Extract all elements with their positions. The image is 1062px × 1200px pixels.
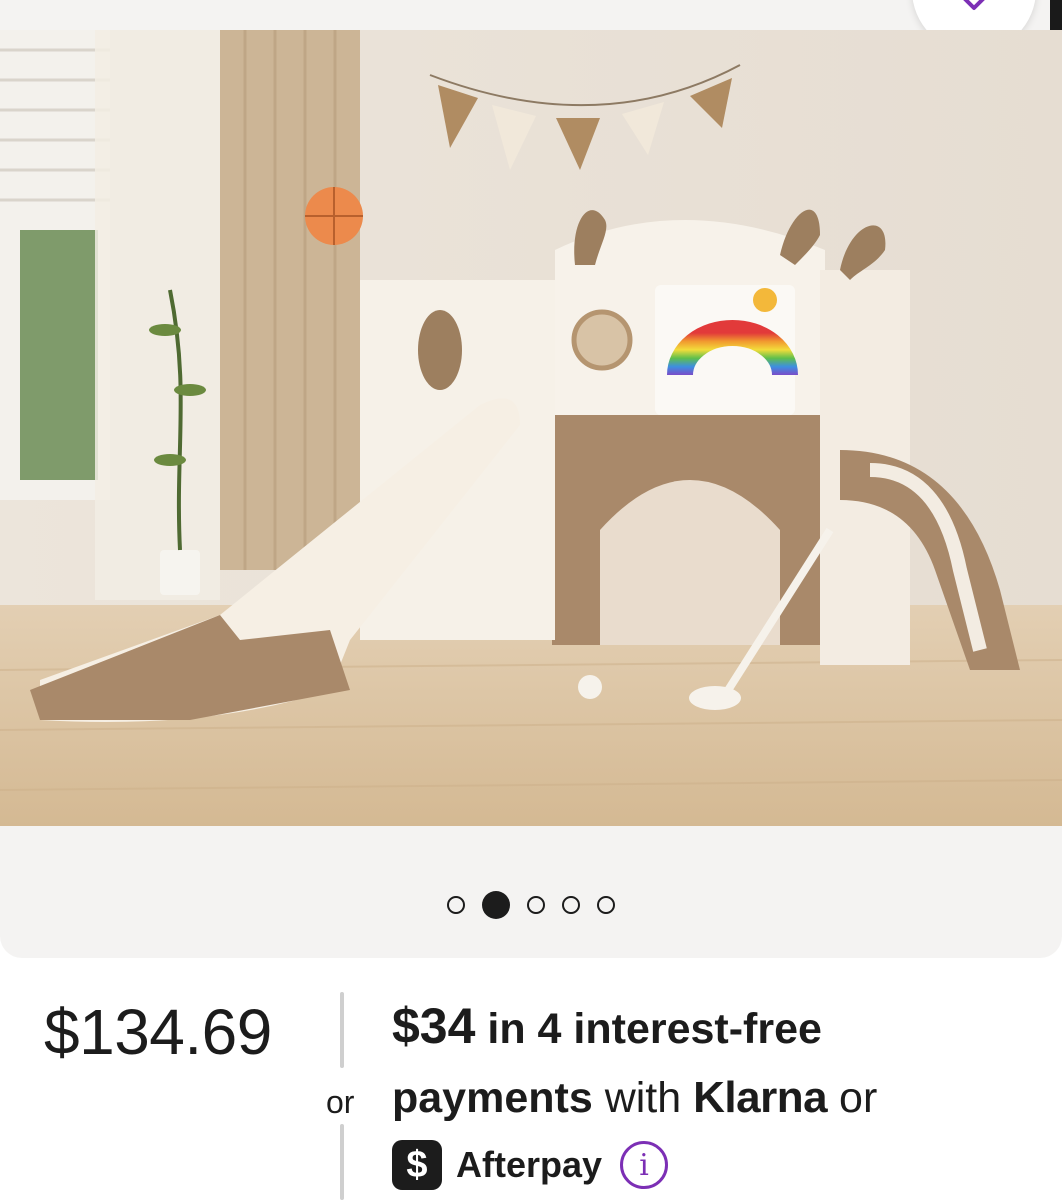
installment-text: in 4 interest-free bbox=[475, 1005, 822, 1053]
carousel-dot-2[interactable] bbox=[482, 891, 510, 919]
info-icon[interactable]: i bbox=[620, 1141, 669, 1189]
afterpay-label: Afterpay bbox=[456, 1144, 603, 1185]
heart-icon bbox=[963, 0, 985, 10]
or-separator: or bbox=[326, 1084, 355, 1120]
carousel-dot-4[interactable] bbox=[562, 896, 580, 914]
installment-line-1: $34 in 4 interest-free bbox=[392, 997, 822, 1055]
carousel-dot-3[interactable] bbox=[527, 896, 545, 914]
afterpay-option[interactable]: $ Afterpay i bbox=[392, 1140, 669, 1190]
carousel-dot-1[interactable] bbox=[447, 896, 465, 914]
product-gallery bbox=[0, 0, 1062, 958]
carousel-dot-5[interactable] bbox=[597, 896, 615, 914]
product-price: $134.69 bbox=[44, 996, 272, 1068]
or-label-2: or bbox=[827, 1074, 878, 1122]
installment-amount: $34 bbox=[392, 998, 476, 1054]
with-label: with bbox=[592, 1074, 694, 1122]
afterpay-logo-icon: $ bbox=[392, 1140, 442, 1190]
divider-bottom bbox=[340, 1124, 344, 1200]
klarna-logo[interactable]: Klarna bbox=[693, 1073, 827, 1122]
carousel-dots bbox=[0, 891, 1062, 919]
installment-line-2: payments with Klarna or bbox=[392, 1073, 877, 1123]
product-image[interactable] bbox=[0, 30, 1062, 826]
payments-label: payments bbox=[392, 1074, 593, 1122]
divider-top bbox=[340, 992, 344, 1068]
